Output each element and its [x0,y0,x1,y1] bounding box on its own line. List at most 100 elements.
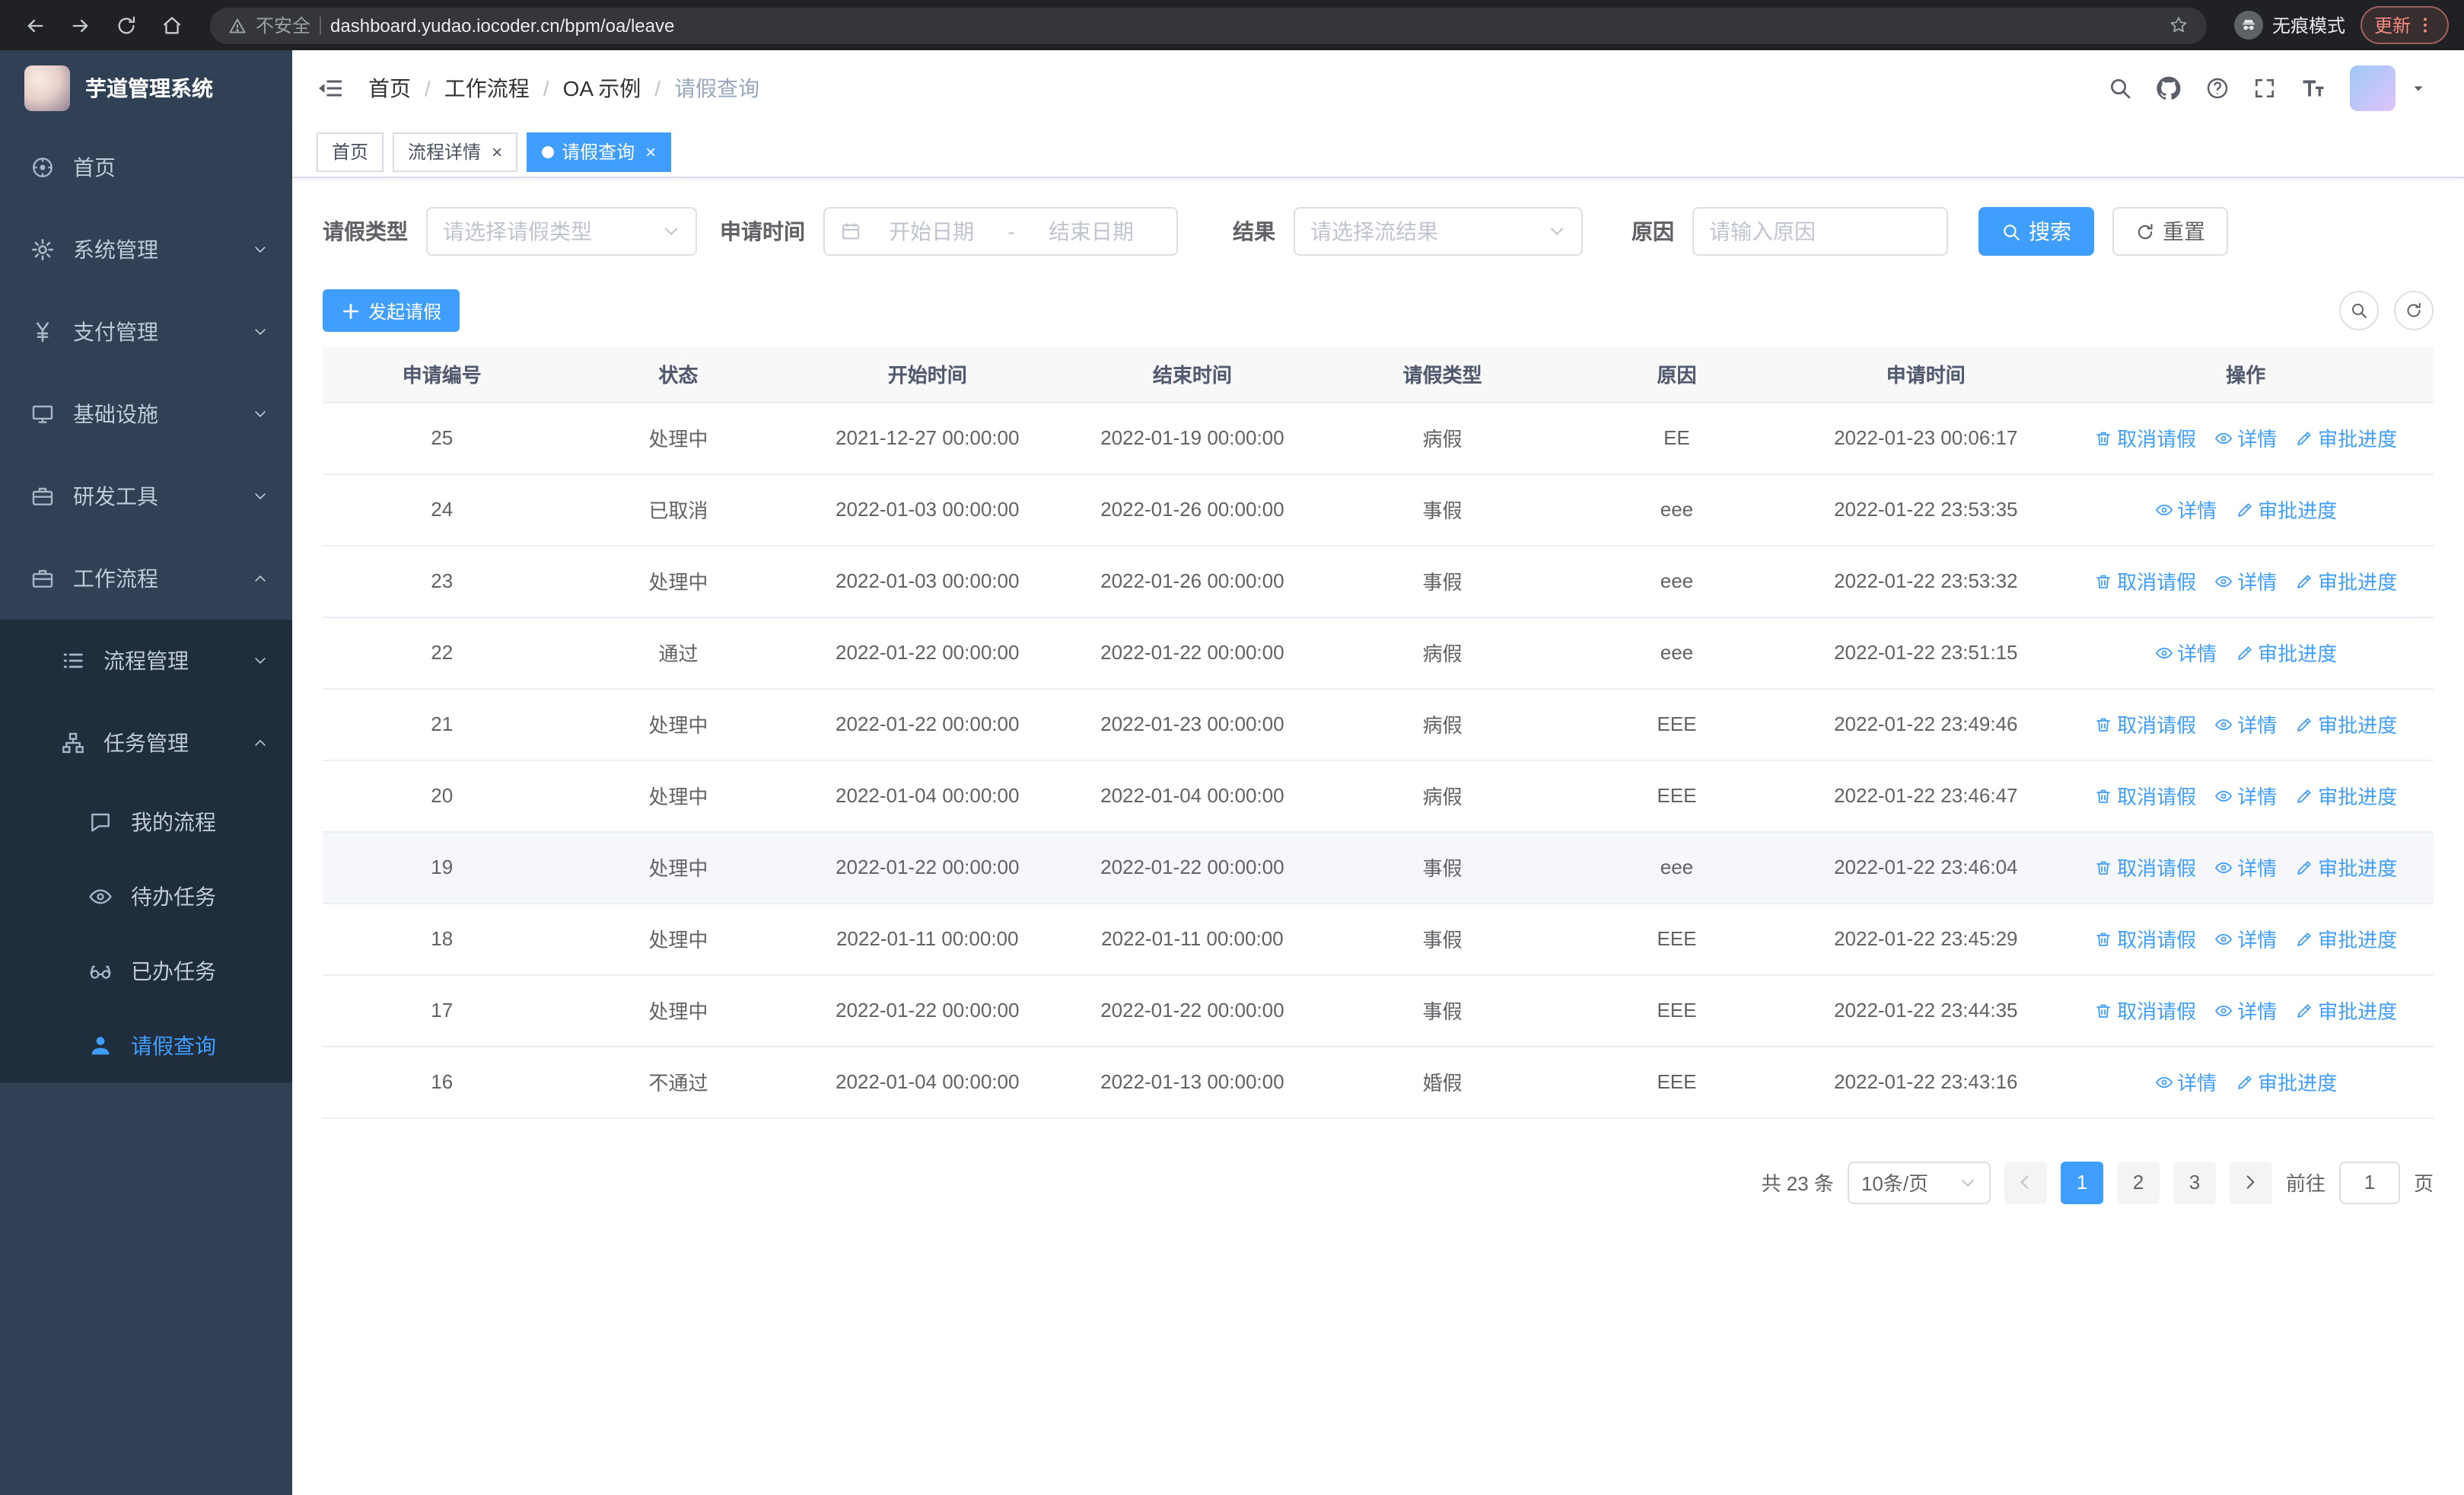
page-button-3[interactable]: 3 [2173,1161,2216,1203]
page-button-2[interactable]: 2 [2116,1161,2160,1203]
sidebar-item-devtools[interactable]: 研发工具 [0,455,292,537]
sidebar-item-label: 首页 [73,155,116,180]
detail-link[interactable]: 详情 [2214,709,2277,738]
edit-icon [2295,429,2313,447]
cell-applied: 2022-01-22 23:53:32 [1794,545,2058,617]
progress-link[interactable]: 审批进度 [2295,423,2397,452]
toggle-search-button[interactable] [2339,291,2379,330]
page-button-1[interactable]: 1 [2060,1161,2103,1203]
detail-link[interactable]: 详情 [2214,853,2277,881]
detail-link[interactable]: 详情 [2214,423,2277,452]
sidebar-item-leave-query[interactable]: 请假查询 [0,1008,292,1082]
breadcrumb-separator: / [654,76,661,100]
trash-icon [2094,572,2112,590]
bookmark-star-icon[interactable] [2169,15,2189,35]
reload-button[interactable] [107,5,146,45]
cell-end: 2022-01-23 00:00:00 [1059,688,1326,760]
result-select[interactable]: 请选择流结果 [1294,207,1583,256]
briefcase-icon [30,566,55,591]
fullscreen-icon[interactable] [2252,76,2277,100]
detail-link[interactable]: 详情 [2154,638,2217,667]
cell-id: 16 [323,1046,562,1118]
cancel-link[interactable]: 取消请假 [2094,709,2196,738]
sidebar-item-process-mgmt[interactable]: 流程管理 [0,620,292,702]
leave-type-select[interactable]: 请选择请假类型 [426,207,697,256]
next-page-button[interactable] [2229,1161,2272,1203]
sidebar-item-system[interactable]: 系统管理 [0,209,292,291]
progress-link[interactable]: 审批进度 [2295,781,2397,810]
breadcrumb-item[interactable]: OA 示例 [563,73,641,104]
warning-icon [228,16,247,34]
progress-link[interactable]: 审批进度 [2295,566,2397,595]
close-icon[interactable]: × [645,142,656,161]
help-icon[interactable] [2205,76,2230,100]
tab-流程详情[interactable]: 流程详情 × [393,132,518,171]
plus-icon [341,301,361,320]
detail-link[interactable]: 详情 [2214,781,2277,810]
progress-link[interactable]: 审批进度 [2235,1067,2337,1096]
cell-actions: 详情 审批进度 [2058,617,2434,689]
cell-reason: EEE [1559,903,1794,975]
cell-actions: 详情 审批进度 [2058,1046,2434,1118]
progress-link[interactable]: 审批进度 [2235,638,2337,667]
detail-link[interactable]: 详情 [2214,924,2277,953]
goto-page-input[interactable] [2338,1161,2400,1203]
cancel-link[interactable]: 取消请假 [2094,566,2196,595]
breadcrumb-item[interactable]: 首页 [368,73,411,104]
cancel-link[interactable]: 取消请假 [2094,996,2196,1025]
progress-link[interactable]: 审批进度 [2235,495,2337,524]
forward-button[interactable] [61,5,100,45]
back-button[interactable] [15,5,55,45]
cancel-link[interactable]: 取消请假 [2094,924,2196,953]
browser-menu-icon[interactable] [2415,15,2435,35]
cell-reason: eee [1559,473,1794,546]
page-size-select[interactable]: 10条/页 [1847,1161,1991,1203]
breadcrumb-item[interactable]: 工作流程 [444,73,530,104]
search-icon[interactable] [2108,76,2132,100]
reset-button[interactable]: 重置 [2112,207,2228,256]
create-leave-button[interactable]: 发起请假 [323,289,460,332]
progress-link[interactable]: 审批进度 [2295,853,2397,881]
sidebar-item-home[interactable]: 首页 [0,126,292,209]
sidebar-item-infrastructure[interactable]: 基础设施 [0,373,292,455]
avatar-caret-icon[interactable] [2409,79,2427,97]
reason-input[interactable]: 请输入原因 [1692,207,1948,256]
cancel-link[interactable]: 取消请假 [2094,423,2196,452]
github-icon[interactable] [2155,75,2182,102]
update-button[interactable]: 更新 [2360,6,2449,44]
font-size-icon[interactable] [2300,75,2327,102]
home-icon [161,14,183,36]
progress-link[interactable]: 审批进度 [2295,709,2397,738]
prev-page-button[interactable] [2004,1161,2047,1203]
home-button[interactable] [152,5,192,45]
sidebar-item-payment[interactable]: 支付管理 [0,291,292,373]
cancel-link[interactable]: 取消请假 [2094,853,2196,881]
sidebar-item-todo-tasks[interactable]: 待办任务 [0,859,292,933]
sidebar-item-task-mgmt[interactable]: 任务管理 [0,702,292,784]
tab-label: 首页 [332,142,369,163]
progress-link[interactable]: 审批进度 [2295,924,2397,953]
detail-link[interactable]: 详情 [2214,566,2277,595]
close-icon[interactable]: × [492,142,502,161]
tab-请假查询[interactable]: 请假查询 × [527,132,672,171]
detail-link[interactable]: 详情 [2154,495,2217,524]
detail-link[interactable]: 详情 [2154,1067,2217,1096]
cell-actions: 取消请假 详情 审批进度 [2058,760,2434,832]
table-row: 17 处理中 2022-01-22 00:00:00 2022-01-22 00:00… [323,974,2434,1047]
refresh-table-button[interactable] [2394,291,2434,330]
sidebar-item-my-process[interactable]: 我的流程 [0,784,292,859]
edit-icon [2295,786,2313,805]
user-avatar[interactable] [2350,65,2396,111]
cancel-link[interactable]: 取消请假 [2094,781,2196,810]
sidebar-item-done-tasks[interactable]: 已办任务 [0,933,292,1008]
hamburger-icon[interactable] [317,75,344,102]
detail-link[interactable]: 详情 [2214,996,2277,1025]
cell-id: 22 [323,617,562,689]
cell-end: 2022-01-22 00:00:00 [1059,617,1326,689]
search-button[interactable]: 搜索 [1979,207,2094,256]
progress-link[interactable]: 审批进度 [2295,996,2397,1025]
address-bar[interactable]: 不安全 dashboard.yudao.iocoder.cn/bpm/oa/le… [210,7,2207,43]
tab-首页[interactable]: 首页 [317,132,384,171]
sidebar-item-workflow[interactable]: 工作流程 [0,537,292,620]
apply-time-range-picker[interactable]: 开始日期 - 结束日期 [823,207,1178,256]
